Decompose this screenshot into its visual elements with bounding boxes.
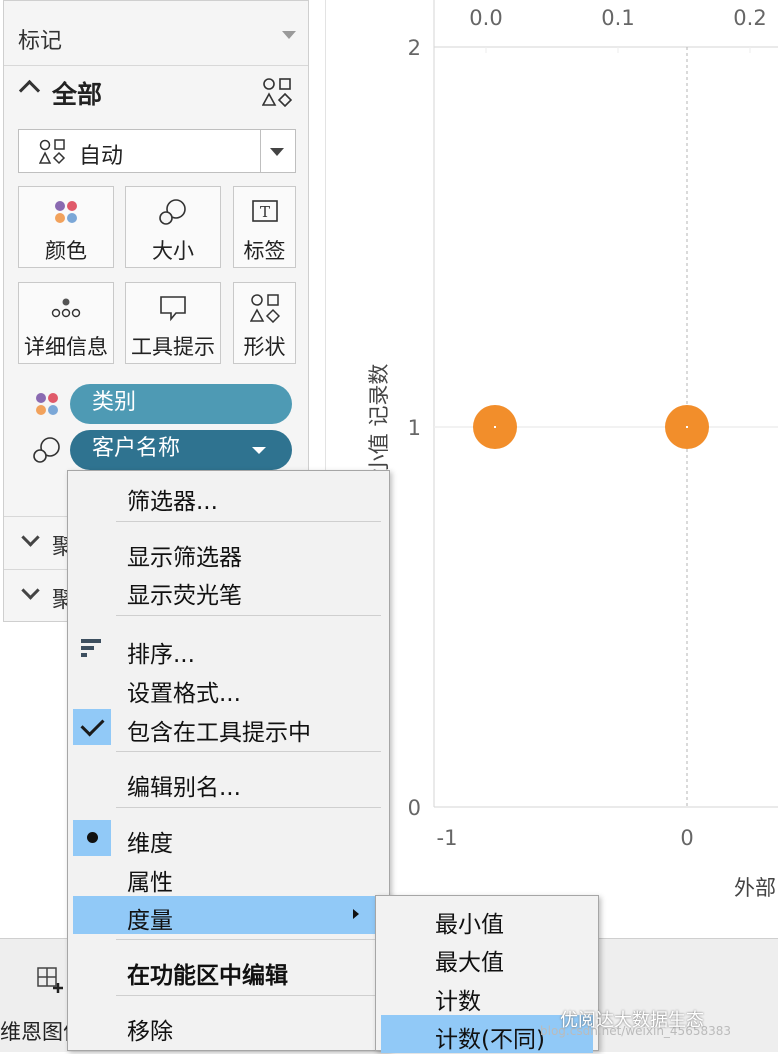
menu-item-attribute[interactable]: 属性 <box>68 858 389 896</box>
menu-item-label: 显示荧光笔 <box>127 583 242 609</box>
scatter-point-center <box>686 426 688 428</box>
sort-icon <box>81 639 101 657</box>
panel-menu-caret-icon[interactable] <box>282 31 296 39</box>
menu-item-label: 维度 <box>127 831 173 857</box>
color-card[interactable]: 颜色 <box>18 186 114 268</box>
detail-dots-icon <box>51 298 81 318</box>
size-circles-icon <box>33 437 60 463</box>
menu-item-label: 包含在工具提示中 <box>127 720 311 746</box>
card-label: 形状 <box>243 335 286 359</box>
customer-name-pill[interactable]: 客户名称 <box>70 430 292 470</box>
auto-mark-icon <box>39 139 66 165</box>
scatter-chart[interactable]: 0.0 0.1 0.2210-1 0外部最小值 记录数 <box>326 0 778 940</box>
top-axis-tick-label: 0.1 <box>601 6 634 30</box>
menu-item-edit-alias[interactable]: 编辑别名... <box>68 763 389 801</box>
bottom-axis-tick-label: -1 <box>437 826 458 850</box>
menu-item-label: 显示筛选器 <box>127 545 242 571</box>
card-label: 颜色 <box>45 239 87 263</box>
shapes-icon <box>262 78 292 107</box>
bottom-axis-tick-label: 0 <box>680 826 693 850</box>
size-card[interactable]: 大小 <box>125 186 221 268</box>
menu-item-label: 排序... <box>127 642 195 668</box>
menu-item-sort[interactable]: 排序... <box>68 630 389 668</box>
menu-separator <box>116 521 381 522</box>
menu-item-label: 在功能区中编辑 <box>127 963 288 989</box>
submenu-item-min[interactable]: 最小值 <box>376 900 598 938</box>
pill-label: 客户名称 <box>92 436 181 461</box>
card-label: 大小 <box>152 239 194 263</box>
color-dots-icon <box>55 201 77 223</box>
size-circles-icon <box>159 199 186 225</box>
shape-card[interactable]: 形状 <box>233 282 296 364</box>
menu-item-filter[interactable]: 筛选器... <box>68 477 389 515</box>
menu-separator <box>116 807 381 808</box>
left-axis-tick-label: 0 <box>408 796 421 820</box>
menu-item-label: 设置格式... <box>127 681 241 707</box>
menu-separator <box>116 939 381 940</box>
menu-item-edit-in-shelf[interactable]: 在功能区中编辑 <box>68 951 389 989</box>
menu-item-label: 属性 <box>127 870 173 896</box>
marks-all-label: 全部 <box>52 80 103 109</box>
marks-panel-header: 标记 <box>4 1 308 66</box>
dropdown-divider <box>260 130 261 172</box>
check-icon <box>80 712 105 737</box>
submenu-item-label: 计数(不同) <box>435 1027 545 1053</box>
card-label: 工具提示 <box>131 335 215 359</box>
svg-text:T: T <box>259 203 269 221</box>
color-dots-icon <box>36 393 58 415</box>
tooltip-bubble-icon <box>160 296 186 322</box>
checked-box <box>73 709 111 745</box>
menu-item-label: 筛选器... <box>127 489 218 515</box>
menu-item-remove[interactable]: 移除 <box>68 1007 389 1045</box>
submenu-item-label: 最小值 <box>435 912 504 938</box>
chevron-down-icon[interactable] <box>21 581 40 600</box>
detail-card[interactable]: 详细信息 <box>18 282 114 364</box>
chart-view[interactable]: 0.0 0.1 0.2 2 1 0 -1 0 外部 最小值 记录数 <box>325 0 778 940</box>
menu-item-show-highlighter[interactable]: 显示荧光笔 <box>68 571 389 609</box>
submenu-arrow-icon <box>353 909 359 919</box>
category-pill[interactable]: 类别 <box>70 384 292 424</box>
marks-all-row[interactable]: 全部 <box>4 65 308 121</box>
label-card[interactable]: T 标签 <box>233 186 296 268</box>
card-label: 标签 <box>243 239 286 263</box>
scatter-point-center <box>494 426 496 428</box>
menu-item-label: 度量 <box>127 908 173 934</box>
new-sheet-icon[interactable] <box>36 966 64 994</box>
card-label: 详细信息 <box>24 335 108 359</box>
x-axis-title: 外部 <box>734 876 776 900</box>
radio-selected-box <box>73 820 111 856</box>
marks-panel-title: 标记 <box>18 29 63 54</box>
context-menu: 筛选器... 显示筛选器 显示荧光笔 排序... 设置格式... 包含在工具提示… <box>67 470 390 1051</box>
menu-separator <box>116 995 381 996</box>
menu-item-label: 编辑别名... <box>127 775 241 801</box>
watermark-text: 优阅达大数据生态 <box>560 1010 704 1031</box>
top-axis-tick-label: 0.0 <box>469 6 502 30</box>
menu-item-dimension[interactable]: 维度 <box>68 819 389 857</box>
menu-item-show-filter[interactable]: 显示筛选器 <box>68 533 389 571</box>
chevron-up-icon[interactable] <box>18 79 41 102</box>
chevron-down-icon[interactable] <box>21 528 40 547</box>
top-axis-tick-label: 0.2 <box>733 6 766 30</box>
tooltip-card[interactable]: 工具提示 <box>125 282 221 364</box>
submenu-item-max[interactable]: 最大值 <box>376 938 598 976</box>
menu-item-label: 移除 <box>127 1019 173 1045</box>
submenu-item-label: 计数 <box>435 989 481 1015</box>
pill-label: 类别 <box>92 390 137 415</box>
left-axis-tick-label: 1 <box>408 416 421 440</box>
menu-separator <box>116 751 381 752</box>
menu-item-include-in-tooltip[interactable]: 包含在工具提示中 <box>68 708 389 746</box>
mark-type-label: 自动 <box>79 144 124 169</box>
menu-separator <box>116 615 381 616</box>
menu-item-format[interactable]: 设置格式... <box>68 669 389 707</box>
shapes-icon <box>249 294 280 323</box>
menu-item-measure[interactable]: 度量 <box>73 896 377 934</box>
submenu-item-label: 最大值 <box>435 950 504 976</box>
chevron-down-icon[interactable] <box>270 148 284 156</box>
chevron-down-icon[interactable] <box>252 447 266 454</box>
mark-type-dropdown[interactable]: 自动 <box>18 129 296 173</box>
left-axis-tick-label: 2 <box>408 36 421 60</box>
radio-dot-icon <box>87 832 98 843</box>
text-label-icon: T <box>251 200 278 222</box>
